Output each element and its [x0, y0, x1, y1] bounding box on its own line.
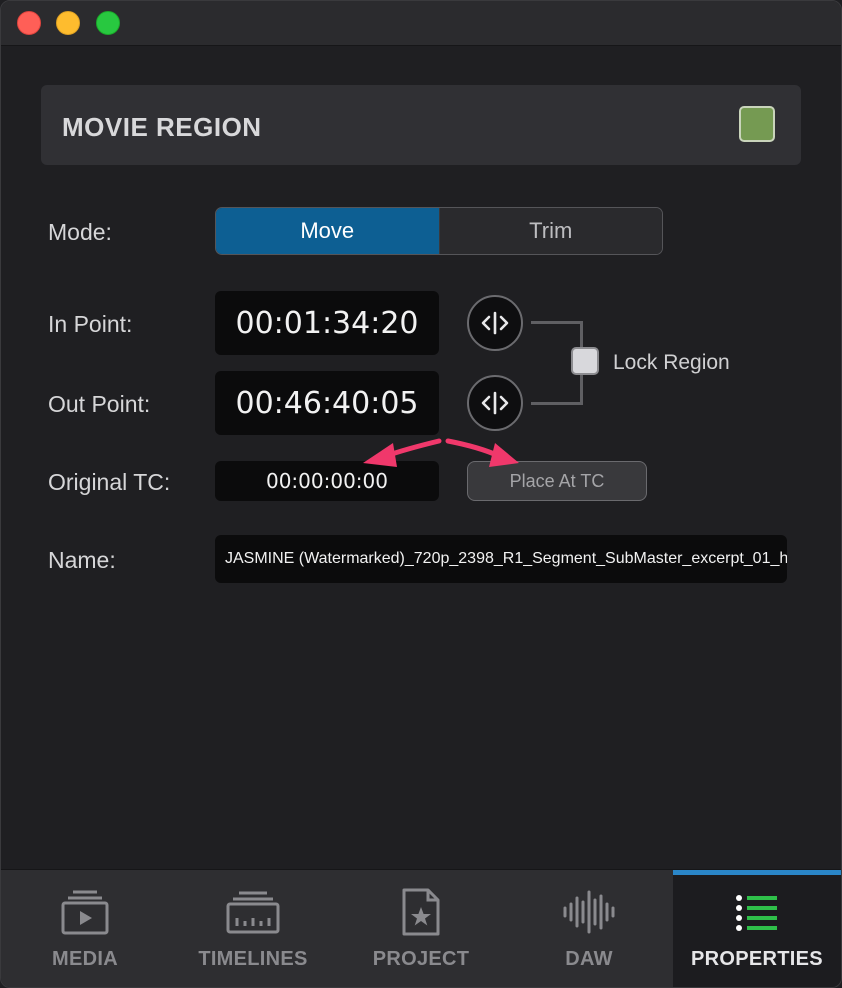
- tab-media[interactable]: MEDIA: [1, 870, 169, 987]
- out-point-timecode-field[interactable]: 00:46:40:05: [215, 371, 439, 435]
- daw-waveform-icon: [562, 886, 616, 938]
- place-at-tc-button[interactable]: Place At TC: [467, 461, 647, 501]
- lock-region-label: Lock Region: [613, 351, 730, 374]
- close-window-button[interactable]: [17, 11, 41, 35]
- maximize-window-button[interactable]: [96, 11, 120, 35]
- properties-window: MOVIE REGION Mode: Move Trim In Point: 0…: [0, 0, 842, 988]
- tab-properties-label: PROPERTIES: [691, 948, 823, 970]
- tab-media-label: MEDIA: [52, 948, 118, 970]
- title-bar: [1, 1, 841, 46]
- in-point-label: In Point:: [48, 311, 133, 337]
- panel-title: MOVIE REGION: [62, 112, 262, 142]
- name-label: Name:: [48, 547, 116, 573]
- original-tc-field[interactable]: 00:00:00:00: [215, 461, 439, 501]
- mode-trim-option[interactable]: Trim: [439, 208, 662, 254]
- split-marker-icon: [481, 311, 509, 335]
- split-marker-icon: [481, 391, 509, 415]
- media-icon: [59, 886, 111, 938]
- tab-properties[interactable]: PROPERTIES: [673, 870, 841, 987]
- movie-region-header: MOVIE REGION: [41, 85, 801, 165]
- tab-project-label: PROJECT: [372, 948, 470, 970]
- timelines-icon: [225, 886, 281, 938]
- tab-project[interactable]: PROJECT: [337, 870, 505, 987]
- tab-daw[interactable]: DAW: [505, 870, 673, 987]
- original-tc-label: Original TC:: [48, 469, 171, 495]
- minimize-window-button[interactable]: [56, 11, 80, 35]
- mode-move-option[interactable]: Move: [216, 208, 440, 254]
- mode-label: Mode:: [48, 219, 112, 245]
- annotation-arrow-right: [445, 438, 502, 459]
- tab-daw-label: DAW: [565, 948, 613, 970]
- set-in-point-button[interactable]: [467, 295, 523, 351]
- properties-list-icon: [735, 886, 779, 938]
- bottom-tab-bar: MEDIA TIMELINES PROJECT DAW PROPERTIES: [1, 869, 841, 987]
- region-color-swatch[interactable]: [739, 106, 775, 142]
- project-icon: [400, 886, 442, 938]
- region-name-field[interactable]: JASMINE (Watermarked)_720p_2398_R1_Segme…: [215, 535, 787, 583]
- out-point-label: Out Point:: [48, 391, 151, 417]
- set-out-point-button[interactable]: [467, 375, 523, 431]
- annotation-arrow-left: [383, 438, 442, 459]
- mode-segmented-control: Move Trim: [215, 207, 663, 255]
- in-point-timecode-field[interactable]: 00:01:34:20: [215, 291, 439, 355]
- lock-region-checkbox[interactable]: [571, 347, 599, 375]
- tab-timelines-label: TIMELINES: [198, 948, 308, 970]
- tab-timelines[interactable]: TIMELINES: [169, 870, 337, 987]
